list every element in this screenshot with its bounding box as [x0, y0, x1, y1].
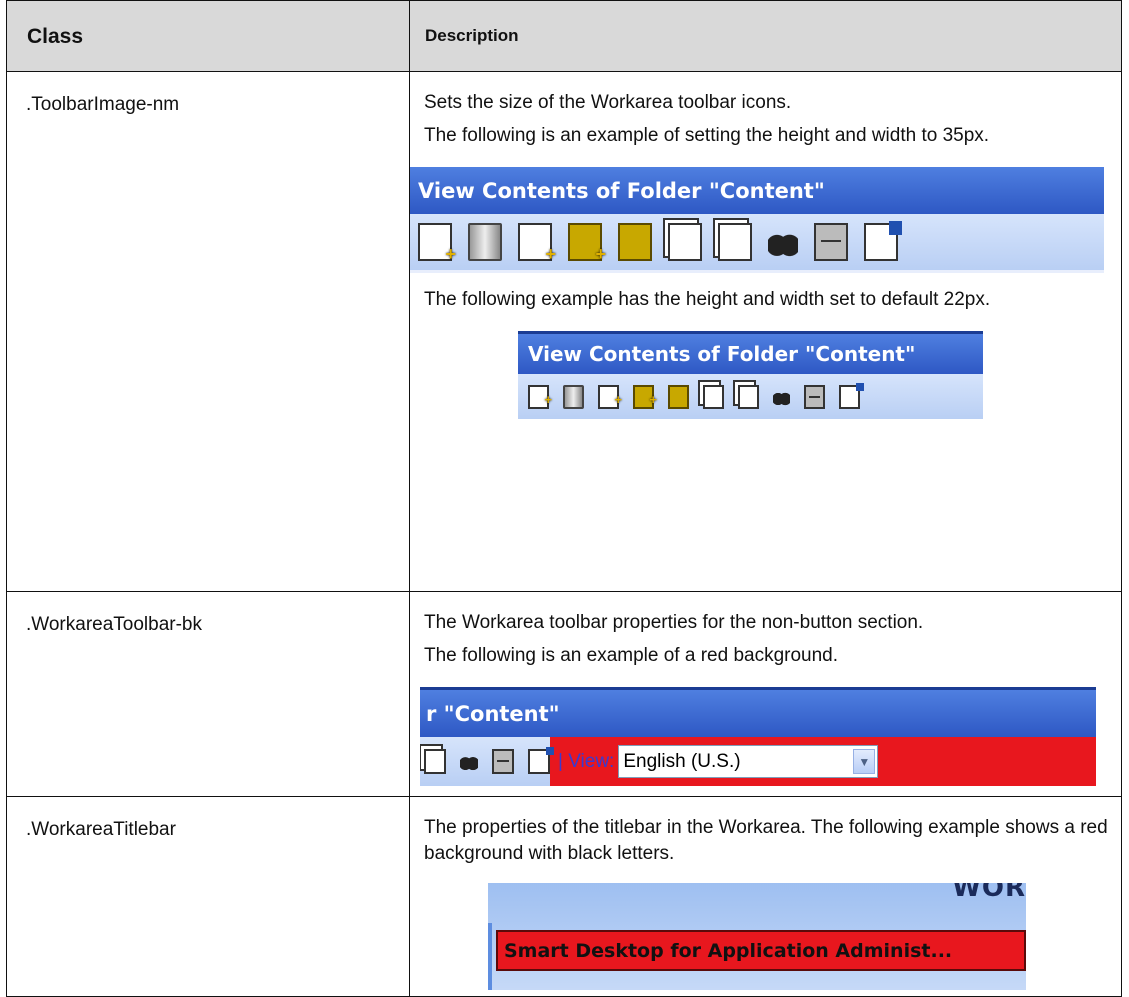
workarea-toolbar: | View: English (U.S.) ▼ — [420, 737, 1096, 786]
new-content-icon[interactable] — [418, 223, 456, 267]
move-icon[interactable] — [424, 749, 446, 774]
description-text: Sets the size of the Workarea toolbar ic… — [424, 92, 792, 113]
description-text: The properties of the titlebar in the Wo… — [424, 817, 1108, 864]
red-toolbar-example: r "Content" | View: English (U.S.) ▼ — [420, 687, 1096, 786]
class-name: .WorkareaToolbar-bk — [26, 614, 203, 635]
properties-icon[interactable] — [528, 747, 554, 774]
table-row: .ToolbarImage-nm Sets the size of the Wo… — [6, 71, 1122, 592]
copy-icon[interactable] — [703, 384, 724, 409]
description-text: The following example has the height and… — [424, 289, 991, 310]
add-subfolder-icon[interactable] — [633, 384, 657, 413]
class-cell: .WorkareaToolbar-bk — [6, 591, 410, 797]
toolbar-22px-example: View Contents of Folder "Content" — [518, 331, 983, 419]
class-cell: .ToolbarImage-nm — [6, 71, 410, 592]
folder-titlebar: r "Content" — [420, 687, 1096, 737]
chevron-down-icon[interactable]: ▼ — [853, 749, 876, 774]
add-subfolder-icon[interactable] — [568, 223, 606, 267]
description-cell: The Workarea toolbar properties for the … — [409, 591, 1122, 797]
workarea-toolbar — [410, 214, 1104, 273]
search-icon[interactable] — [773, 386, 790, 407]
search-icon[interactable] — [460, 751, 478, 772]
workarea-toolbar — [518, 374, 983, 419]
workarea-heading-fragment: WOR — [952, 883, 1026, 903]
archive-icon[interactable] — [804, 384, 825, 409]
delete-content-icon[interactable] — [468, 223, 502, 261]
delete-folder-icon[interactable] — [618, 223, 652, 261]
toolbar-35px-example: View Contents of Folder "Content" — [410, 167, 1104, 273]
language-select[interactable]: English (U.S.) ▼ — [618, 745, 879, 778]
delete-folder-icon[interactable] — [668, 384, 689, 409]
description-cell: Sets the size of the Workarea toolbar ic… — [409, 71, 1122, 592]
archive-icon[interactable] — [814, 223, 848, 261]
workarea-titlebar: Smart Desktop for Application Administ..… — [496, 930, 1026, 971]
red-titlebar-example: WOR Smart Desktop for Application Admini… — [488, 883, 1026, 990]
frame-edge — [488, 923, 492, 990]
move-icon[interactable] — [738, 384, 759, 409]
table-row: .WorkareaTitlebar The properties of the … — [6, 796, 1122, 997]
view-label: | View: — [558, 750, 615, 772]
description-cell: The properties of the titlebar in the Wo… — [409, 796, 1122, 997]
description-text: The Workarea toolbar properties for the … — [424, 612, 924, 633]
folder-titlebar: View Contents of Folder "Content" — [410, 167, 1104, 214]
header-description-label: Description — [425, 26, 519, 45]
copy-icon[interactable] — [668, 223, 702, 261]
description-text: The following is an example of setting t… — [424, 125, 990, 146]
class-name: .WorkareaTitlebar — [26, 819, 176, 840]
header-description-cell: Description — [409, 0, 1122, 72]
archive-icon[interactable] — [492, 749, 514, 774]
new-content-icon[interactable] — [528, 384, 552, 413]
folder-titlebar: View Contents of Folder "Content" — [518, 331, 983, 374]
move-icon[interactable] — [718, 223, 752, 261]
table-row: .WorkareaToolbar-bk The Workarea toolbar… — [6, 591, 1122, 797]
table-header-row: Class Description — [6, 0, 1122, 72]
header-class-label: Class — [27, 25, 84, 48]
style-class-table: Class Description .ToolbarImage-nm Sets … — [6, 0, 1122, 997]
add-folder-icon[interactable] — [518, 223, 556, 267]
properties-icon[interactable] — [864, 221, 902, 261]
add-folder-icon[interactable] — [598, 384, 622, 413]
class-name: .ToolbarImage-nm — [26, 94, 180, 115]
description-text: The following is an example of a red bac… — [424, 645, 839, 666]
class-cell: .WorkareaTitlebar — [6, 796, 410, 997]
toolbar-non-button-section: | View: English (U.S.) ▼ — [550, 737, 1096, 786]
delete-content-icon[interactable] — [563, 384, 584, 409]
header-class-cell: Class — [6, 0, 410, 72]
search-icon[interactable] — [768, 225, 798, 259]
properties-icon[interactable] — [839, 382, 865, 409]
language-select-value: English (U.S.) — [623, 750, 741, 772]
